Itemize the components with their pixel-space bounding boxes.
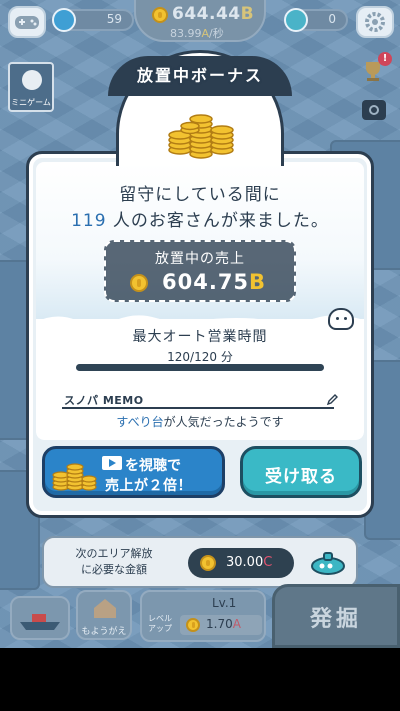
modal-title: 放置中ボーナス: [136, 66, 263, 85]
level-label: Lv.1: [212, 596, 237, 610]
house-icon: [94, 599, 116, 618]
max-time-value: 120/120 分: [167, 350, 233, 364]
controller-button[interactable]: [8, 6, 46, 38]
sales-label: 放置中の売上: [155, 251, 245, 267]
gear-icon: [365, 12, 385, 32]
gem-icon: [52, 8, 76, 32]
camera-button[interactable]: [362, 100, 386, 120]
memo-text: すべり台が人気だったようです: [116, 415, 284, 429]
sales-value: 604.75B: [162, 270, 267, 294]
idle-sales-box: 放置中の売上 604.75B: [104, 240, 296, 302]
next-area-text: 次のエリア解放 に必要な金額: [75, 547, 153, 576]
levelup-cost: 1.70A: [206, 617, 241, 631]
message-line1: 留守にしている間に: [119, 185, 281, 205]
next-area-price: 30.00C: [188, 548, 294, 578]
coin-pile-icon: [52, 463, 97, 491]
receive-button-label: 受け取る: [265, 467, 337, 487]
diamond-icon: [284, 8, 308, 32]
minigame-label: ミニゲーム: [11, 98, 51, 107]
coin-icon: [152, 7, 168, 23]
gems-count: 59: [106, 12, 122, 26]
notification-badge-icon: !: [378, 52, 392, 66]
memo-title: スノパ MEMO: [64, 394, 144, 407]
money-total: 644.44B: [172, 4, 255, 24]
money-rate: 83.99A/秒: [170, 27, 224, 40]
ad-button-line2: 売上が２倍！: [105, 478, 192, 494]
money-panel: 644.44B 83.99A/秒: [134, 0, 266, 42]
visitors-count: 119: [71, 211, 107, 231]
trophy-button[interactable]: !: [360, 52, 392, 84]
diamonds-counter: 0: [284, 8, 348, 32]
max-time-progress-bar: [76, 364, 324, 371]
coin-icon: [200, 555, 216, 571]
pencil-icon: [326, 394, 338, 406]
diamonds-count: 0: [328, 12, 336, 26]
ship-icon: [20, 614, 60, 630]
system-bar-area: [0, 648, 400, 711]
levelup-button[interactable]: 1.70A: [180, 615, 262, 635]
max-time-progress-fill: [76, 364, 324, 371]
levelup-label: レベル アップ: [148, 614, 172, 633]
coin-icon: [186, 618, 200, 632]
gamepad-icon: [15, 16, 39, 29]
dig-button[interactable]: 発掘: [272, 584, 400, 648]
receive-button[interactable]: 受け取る: [240, 446, 362, 498]
coin-icon: [130, 274, 148, 292]
snowman-icon: [22, 70, 42, 90]
settings-button[interactable]: [356, 6, 394, 38]
level-panel: Lv.1 レベル アップ 1.70A: [140, 590, 266, 642]
submarine-icon: [311, 552, 345, 575]
max-time-label: 最大オート営業時間: [132, 329, 268, 345]
remodel-label: もようがえ: [81, 627, 127, 637]
game-screen: 59 644.44B 83.99A/秒 0 ミニゲーム ! 放置中ボーナス 留守…: [0, 0, 400, 648]
coin-stack-icon: [168, 114, 234, 159]
dig-label: 発掘: [309, 607, 362, 632]
video-icon: [102, 456, 122, 470]
remodel-button[interactable]: もようがえ: [76, 590, 132, 640]
memo-divider: [62, 407, 334, 409]
next-area-panel: 次のエリア解放 に必要な金額 30.00C: [42, 536, 358, 588]
camera-icon: [369, 105, 379, 115]
minigame-button[interactable]: ミニゲーム: [8, 62, 54, 112]
watch-ad-double-button[interactable]: を視聴で 売上が２倍！: [42, 446, 225, 498]
gems-counter: 59: [52, 8, 134, 32]
message-line2: 119 人のお客さんが来ました。: [71, 211, 329, 231]
ship-button[interactable]: [10, 596, 70, 640]
ad-button-line1: を視聴で: [125, 458, 181, 474]
